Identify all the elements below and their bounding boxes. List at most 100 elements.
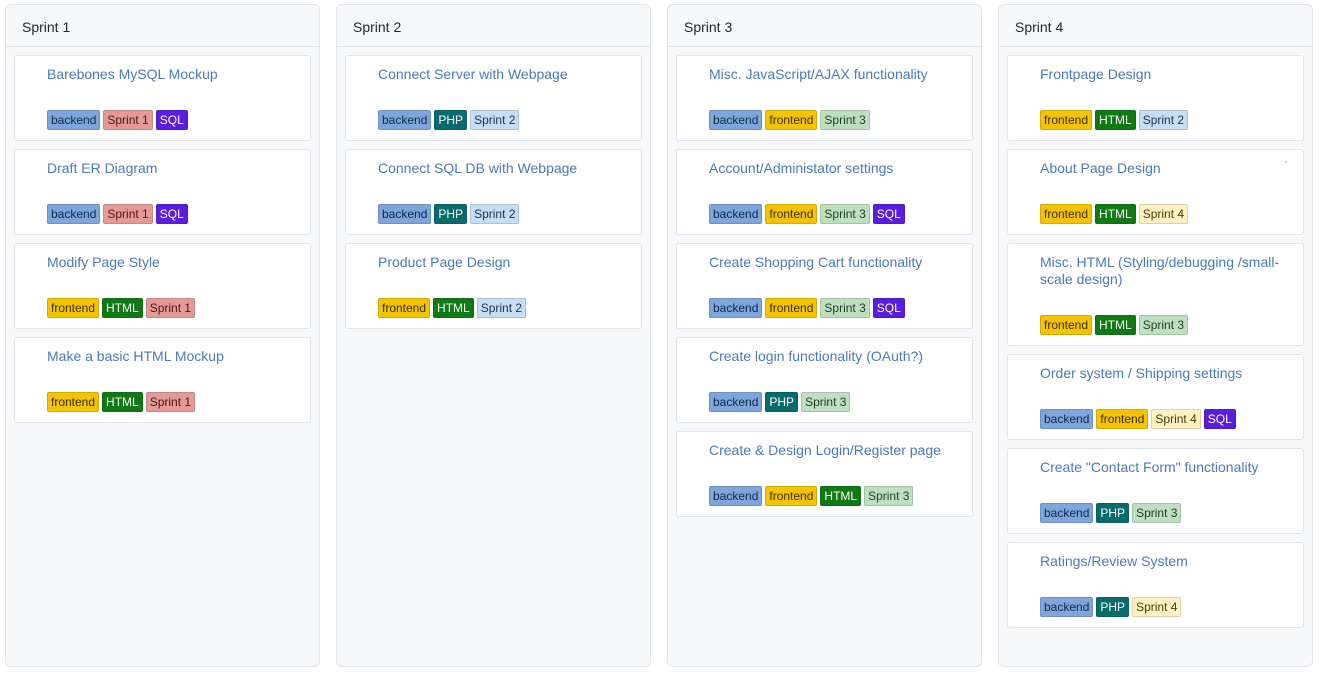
card-title-link[interactable]: Frontpage Design: [1040, 66, 1291, 83]
label-sprint-1[interactable]: Sprint 1: [103, 110, 153, 130]
label-sprint-3[interactable]: Sprint 3: [820, 110, 870, 130]
label-backend[interactable]: backend: [709, 298, 763, 318]
label-frontend[interactable]: frontend: [47, 392, 100, 412]
issue-card[interactable]: Make a basic HTML Mockup frontend HTML Spri…: [14, 337, 311, 423]
issue-card[interactable]: Create Shopping Cart functionality backen…: [676, 243, 973, 329]
label-frontend[interactable]: frontend: [765, 298, 818, 318]
label-backend[interactable]: backend: [1040, 503, 1094, 523]
label-html[interactable]: HTML: [1095, 110, 1136, 130]
card-labels: backend frontend Sprint 4 SQL: [1040, 409, 1291, 429]
card-title-link[interactable]: Barebones MySQL Mockup: [47, 66, 298, 83]
label-sprint-3[interactable]: Sprint 3: [864, 486, 914, 506]
issue-card[interactable]: Misc. HTML (Styling/debugging /small-sca…: [1007, 243, 1304, 346]
label-backend[interactable]: backend: [47, 110, 101, 130]
label-frontend[interactable]: frontend: [1096, 409, 1149, 429]
label-sql[interactable]: SQL: [1203, 409, 1236, 429]
label-frontend[interactable]: frontend: [47, 298, 100, 318]
issue-card[interactable]: Account/Administator settings backend fron…: [676, 149, 973, 235]
label-frontend[interactable]: frontend: [765, 204, 818, 224]
issue-card[interactable]: Product Page Design frontend HTML Sprint 2: [345, 243, 642, 329]
label-sprint-3[interactable]: Sprint 3: [1138, 315, 1189, 335]
card-title-link[interactable]: Connect Server with Webpage: [378, 66, 629, 83]
card-title-link[interactable]: Connect SQL DB with Webpage: [378, 160, 629, 177]
card-title-link[interactable]: Make a basic HTML Mockup: [47, 348, 298, 365]
card-title-link[interactable]: About Page Design: [1040, 160, 1291, 177]
card-labels: backend PHP Sprint 3: [709, 392, 960, 412]
label-backend[interactable]: backend: [378, 204, 432, 224]
label-sprint-4[interactable]: Sprint 4: [1151, 409, 1201, 429]
card-title-link[interactable]: Create "Contact Form" functionality: [1040, 459, 1291, 476]
label-html[interactable]: HTML: [1095, 315, 1136, 335]
label-frontend[interactable]: frontend: [1040, 315, 1093, 335]
label-sprint-1[interactable]: Sprint 1: [103, 204, 153, 224]
card-title-link[interactable]: Misc. JavaScript/AJAX functionality: [709, 66, 960, 83]
label-sql[interactable]: SQL: [872, 298, 905, 318]
label-backend[interactable]: backend: [709, 392, 763, 412]
label-php[interactable]: PHP: [434, 110, 468, 130]
card-title-link[interactable]: Product Page Design: [378, 254, 629, 271]
issue-card[interactable]: Frontpage Design frontend HTML Sprint 2: [1007, 55, 1304, 141]
card-list: Connect Server with Webpage backend PHP Spr…: [337, 47, 650, 329]
label-sql[interactable]: SQL: [155, 204, 188, 224]
issue-card[interactable]: Misc. JavaScript/AJAX functionality backe…: [676, 55, 973, 141]
label-sprint-4[interactable]: Sprint 4: [1138, 204, 1189, 224]
label-frontend[interactable]: frontend: [765, 110, 818, 130]
label-backend[interactable]: backend: [1040, 597, 1094, 617]
issue-card[interactable]: Barebones MySQL Mockup backend Sprint 1 SQL: [14, 55, 311, 141]
card-title-link[interactable]: Draft ER Diagram: [47, 160, 298, 177]
issue-card[interactable]: Ratings/Review System backend PHP Sprint 4: [1007, 542, 1304, 628]
card-title-link[interactable]: Account/Administator settings: [709, 160, 960, 177]
issue-card[interactable]: Create login functionality (OAuth?) backe…: [676, 337, 973, 423]
column-header: Sprint 4: [999, 5, 1312, 47]
label-backend[interactable]: backend: [709, 486, 763, 506]
card-title-link[interactable]: Create Shopping Cart functionality: [709, 254, 960, 271]
label-html[interactable]: HTML: [433, 298, 474, 318]
issue-card[interactable]: Create "Contact Form" functionality backe…: [1007, 448, 1304, 534]
card-title-link[interactable]: Order system / Shipping settings: [1040, 365, 1291, 382]
label-backend[interactable]: backend: [47, 204, 101, 224]
label-frontend[interactable]: frontend: [1040, 204, 1093, 224]
label-backend[interactable]: backend: [378, 110, 432, 130]
label-sprint-2[interactable]: Sprint 2: [1138, 110, 1189, 130]
card-title-link[interactable]: Ratings/Review System: [1040, 553, 1291, 570]
card-menu-dot-icon[interactable]: [1285, 161, 1287, 163]
issue-card[interactable]: Order system / Shipping settings backend f…: [1007, 354, 1304, 440]
label-html[interactable]: HTML: [1095, 204, 1136, 224]
label-sprint-2[interactable]: Sprint 2: [476, 298, 527, 318]
label-sprint-1[interactable]: Sprint 1: [145, 392, 196, 412]
label-backend[interactable]: backend: [709, 110, 763, 130]
label-html[interactable]: HTML: [820, 486, 862, 506]
label-php[interactable]: PHP: [765, 392, 799, 412]
label-sprint-3[interactable]: Sprint 3: [820, 298, 870, 318]
card-title-link[interactable]: Modify Page Style: [47, 254, 298, 271]
label-sprint-3[interactable]: Sprint 3: [820, 204, 870, 224]
label-frontend[interactable]: frontend: [765, 486, 818, 506]
issue-card[interactable]: About Page Design frontend HTML Sprint 4: [1007, 149, 1304, 235]
label-php[interactable]: PHP: [1096, 597, 1130, 617]
label-sprint-3[interactable]: Sprint 3: [801, 392, 851, 412]
issue-card[interactable]: Connect SQL DB with Webpage backend PHP Spr…: [345, 149, 642, 235]
issue-card[interactable]: Create & Design Login/Register page backe…: [676, 431, 973, 517]
card-title-link[interactable]: Create & Design Login/Register page: [709, 442, 960, 459]
label-sprint-3[interactable]: Sprint 3: [1132, 503, 1182, 523]
label-backend[interactable]: backend: [1040, 409, 1094, 429]
label-frontend[interactable]: frontend: [378, 298, 431, 318]
card-labels: frontend HTML Sprint 1: [47, 298, 298, 318]
card-title-link[interactable]: Create login functionality (OAuth?): [709, 348, 960, 365]
label-frontend[interactable]: frontend: [1040, 110, 1093, 130]
label-sprint-2[interactable]: Sprint 2: [470, 110, 520, 130]
label-html[interactable]: HTML: [102, 392, 143, 412]
issue-card[interactable]: Modify Page Style frontend HTML Sprint 1: [14, 243, 311, 329]
issue-card[interactable]: Connect Server with Webpage backend PHP Spr…: [345, 55, 642, 141]
label-sprint-1[interactable]: Sprint 1: [145, 298, 196, 318]
label-html[interactable]: HTML: [102, 298, 143, 318]
label-sprint-4[interactable]: Sprint 4: [1132, 597, 1182, 617]
label-php[interactable]: PHP: [434, 204, 468, 224]
label-php[interactable]: PHP: [1096, 503, 1130, 523]
card-title-link[interactable]: Misc. HTML (Styling/debugging /small-sca…: [1040, 254, 1291, 288]
label-sql[interactable]: SQL: [872, 204, 905, 224]
label-sql[interactable]: SQL: [155, 110, 188, 130]
label-backend[interactable]: backend: [709, 204, 763, 224]
issue-card[interactable]: Draft ER Diagram backend Sprint 1 SQL: [14, 149, 311, 235]
label-sprint-2[interactable]: Sprint 2: [470, 204, 520, 224]
